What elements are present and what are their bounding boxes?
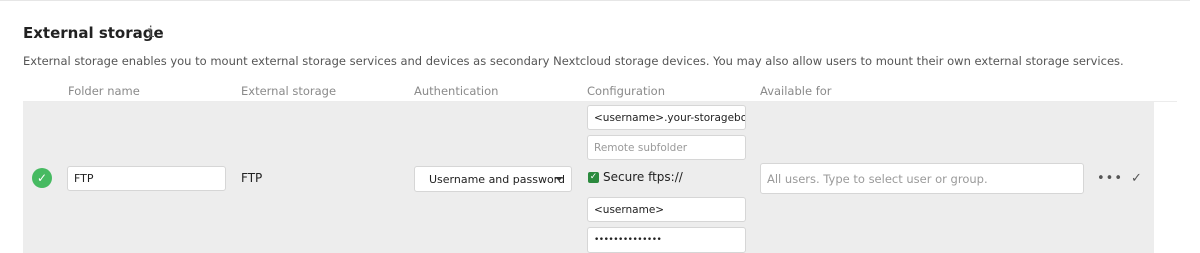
folder-name-input[interactable]: FTP xyxy=(67,166,226,191)
authentication-select[interactable]: Username and password xyxy=(414,166,572,192)
password-input[interactable]: •••••••••••••• xyxy=(587,227,746,253)
scrollbar[interactable] xyxy=(1190,0,1200,253)
check-circle-icon: ✓ xyxy=(32,168,52,188)
save-confirm-icon[interactable]: ✓ xyxy=(1131,171,1142,186)
column-header-available-for: Available for xyxy=(760,84,832,98)
section-description: External storage enables you to mount ex… xyxy=(23,54,1124,68)
remote-subfolder-input[interactable]: Remote subfolder xyxy=(587,135,746,160)
section-title: External storage xyxy=(23,24,164,42)
host-input[interactable]: <username>.your-storagebox.de xyxy=(587,105,746,130)
chevron-down-icon xyxy=(555,177,563,181)
top-divider xyxy=(0,0,1200,1)
secure-ftps-checkbox[interactable]: ✓ xyxy=(588,172,599,183)
authentication-select-value: Username and password xyxy=(429,172,565,186)
username-input[interactable]: <username> xyxy=(587,197,746,222)
available-for-input[interactable]: All users. Type to select user or group. xyxy=(760,163,1084,194)
storage-backend-label: FTP xyxy=(241,171,263,185)
info-icon[interactable]: i xyxy=(146,23,155,41)
column-header-folder-name: Folder name xyxy=(68,84,140,98)
more-options-icon[interactable]: ••• xyxy=(1097,171,1123,186)
secure-ftps-label[interactable]: Secure ftps:// xyxy=(603,170,683,184)
column-header-external-storage: External storage xyxy=(241,84,337,98)
column-header-configuration: Configuration xyxy=(587,84,665,98)
column-header-authentication: Authentication xyxy=(414,84,499,98)
